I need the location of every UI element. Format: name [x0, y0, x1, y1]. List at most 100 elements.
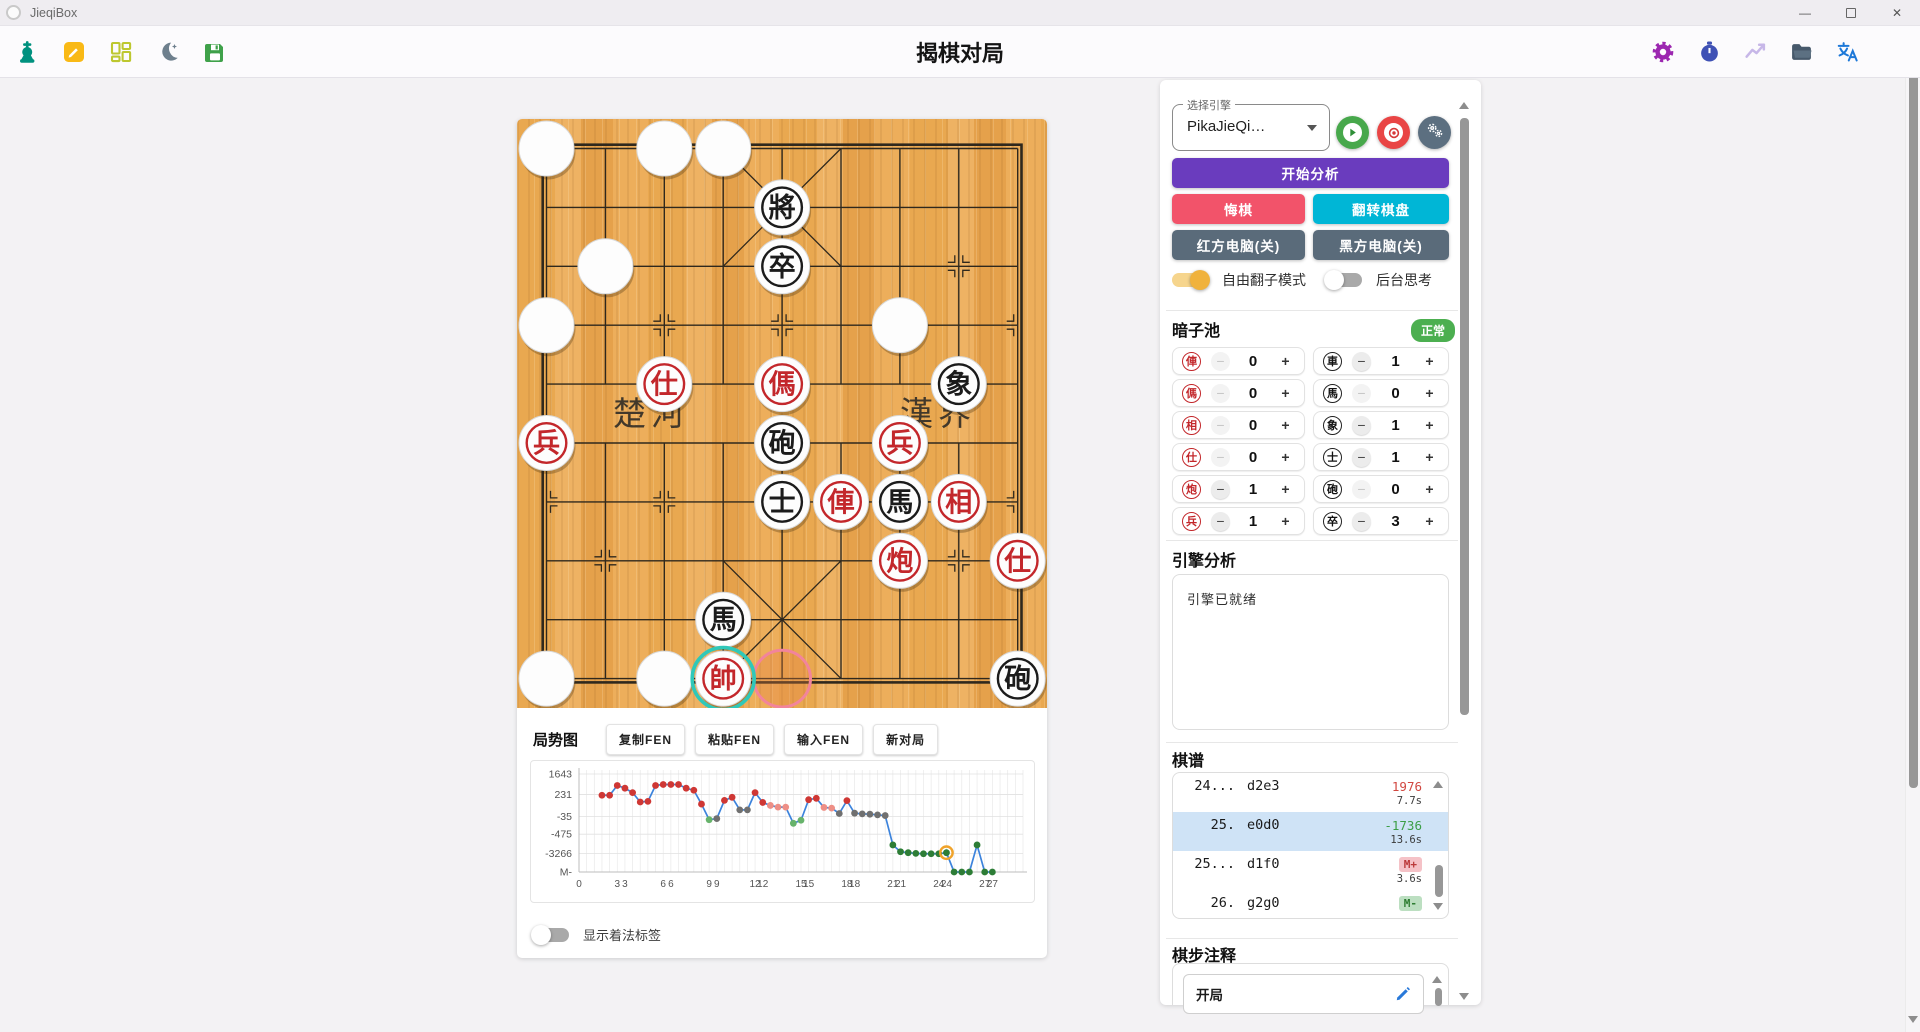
chart-point[interactable] — [682, 784, 690, 792]
move-list-scroll-down-icon[interactable] — [1433, 903, 1443, 910]
move-row[interactable]: 25. e0d0 -1736 13.6s — [1173, 812, 1448, 851]
chart-point[interactable] — [659, 781, 667, 788]
chart-point[interactable] — [782, 803, 790, 811]
piece-black[interactable]: 士 — [754, 473, 812, 533]
settings-gear-icon[interactable] — [1650, 39, 1676, 65]
evaluation-chart[interactable]: 1643 231 -35 -475 -3266 M- 0 3 3 6 6 9 9 12 12 15 15 18 18… — [530, 760, 1035, 903]
chart-point[interactable] — [920, 850, 927, 858]
hidden-piece[interactable] — [871, 297, 929, 357]
start-analysis-button[interactable]: 开始分析 — [1172, 158, 1449, 188]
chart-point[interactable] — [736, 806, 744, 814]
chart-point[interactable] — [812, 794, 820, 802]
increment-button[interactable]: + — [1420, 480, 1439, 499]
folder-icon[interactable] — [1788, 39, 1814, 65]
move-list-scrollbar[interactable] — [1435, 865, 1443, 897]
increment-button[interactable]: + — [1276, 416, 1295, 435]
chart-point[interactable] — [820, 804, 828, 811]
flip-board-button[interactable]: 翻转棋盘 — [1313, 194, 1449, 224]
timer-icon[interactable] — [1696, 39, 1722, 65]
translate-icon[interactable] — [1834, 39, 1860, 65]
move-row[interactable]: 25... d1f0 M+ 3.6s — [1173, 851, 1448, 890]
chart-point[interactable] — [713, 815, 721, 822]
grid-layout-icon[interactable] — [108, 39, 134, 65]
chart-point[interactable] — [988, 868, 996, 876]
minimize-button[interactable]: — — [1782, 0, 1828, 25]
piece-black[interactable]: 砲 — [754, 415, 812, 475]
chart-point[interactable] — [698, 800, 705, 808]
hidden-piece[interactable] — [695, 120, 753, 180]
chart-point[interactable] — [728, 793, 736, 801]
chart-point[interactable] — [881, 812, 889, 819]
chart-point[interactable] — [912, 849, 920, 857]
chart-point[interactable] — [897, 848, 904, 856]
chart-point[interactable] — [835, 810, 843, 817]
chart-point[interactable] — [644, 797, 652, 805]
chart-point[interactable] — [828, 804, 836, 812]
decrement-button[interactable]: − — [1352, 415, 1371, 435]
chart-point[interactable] — [927, 850, 935, 858]
chart-point[interactable] — [598, 791, 606, 799]
move-row[interactable]: 26. g2g0 M- — [1173, 890, 1448, 918]
chart-point[interactable] — [966, 868, 973, 876]
decrement-button[interactable]: − — [1211, 511, 1230, 531]
paste-fen-button[interactable]: 粘贴FEN — [695, 723, 775, 755]
annotation-scrollbar[interactable] — [1435, 988, 1442, 1006]
decrement-button[interactable]: − — [1211, 383, 1230, 403]
chart-point[interactable] — [851, 809, 858, 817]
maximize-button[interactable] — [1828, 0, 1874, 25]
piece-black[interactable]: 馬 — [871, 473, 929, 533]
increment-button[interactable]: + — [1420, 512, 1439, 531]
chart-point[interactable] — [606, 791, 614, 799]
chart-point[interactable] — [789, 819, 797, 827]
chart-point[interactable] — [866, 810, 874, 818]
black-ai-button[interactable]: 黑方电脑(关) — [1313, 230, 1449, 260]
chart-point[interactable] — [652, 782, 659, 789]
chart-point[interactable] — [904, 849, 912, 857]
piece-red[interactable]: 兵 — [518, 415, 576, 475]
chart-point[interactable] — [858, 810, 866, 818]
xiangqi-board[interactable]: 楚河 漢界將卒仕傌象兵砲兵士俥馬相炮仕馬帥砲 — [517, 119, 1047, 708]
move-list[interactable]: 24... d2e3 1976 7.7s 25. e0d0 -1736 13.6s 25... d… — [1172, 772, 1449, 919]
chart-point[interactable] — [751, 789, 759, 797]
chart-point[interactable] — [705, 816, 713, 824]
increment-button[interactable]: + — [1420, 384, 1439, 403]
hidden-piece[interactable] — [518, 120, 576, 180]
increment-button[interactable]: + — [1420, 352, 1439, 371]
chart-point[interactable] — [874, 811, 881, 819]
decrement-button[interactable]: − — [1352, 479, 1371, 499]
piece-black[interactable]: 將 — [754, 179, 812, 239]
chart-point[interactable] — [973, 841, 981, 849]
undo-move-button[interactable]: 悔棋 — [1172, 194, 1305, 224]
chart-point[interactable] — [843, 797, 851, 805]
decrement-button[interactable]: − — [1211, 415, 1230, 435]
hidden-piece[interactable] — [636, 120, 694, 180]
decrement-button[interactable]: − — [1352, 447, 1371, 467]
red-ai-button[interactable]: 红方电脑(关) — [1172, 230, 1305, 260]
piece-red[interactable]: 相 — [930, 473, 988, 533]
piece-red[interactable]: 炮 — [871, 532, 929, 592]
chart-point[interactable] — [805, 796, 813, 804]
hidden-piece[interactable] — [518, 650, 576, 708]
hidden-piece[interactable] — [518, 297, 576, 357]
chart-point[interactable] — [981, 868, 989, 876]
panel-scroll-up-icon[interactable] — [1459, 102, 1469, 109]
chart-point[interactable] — [774, 803, 782, 811]
chart-point[interactable] — [797, 816, 805, 824]
decrement-button[interactable]: − — [1211, 479, 1230, 499]
chart-point[interactable] — [950, 868, 958, 876]
chart-point[interactable] — [744, 806, 751, 814]
decrement-button[interactable]: − — [1211, 351, 1230, 371]
chart-point[interactable] — [636, 798, 644, 806]
decrement-button[interactable]: − — [1352, 351, 1371, 371]
main-scrollbar[interactable] — [1909, 48, 1918, 788]
hidden-piece[interactable] — [577, 238, 635, 298]
input-fen-button[interactable]: 输入FEN — [784, 723, 864, 755]
piece-black[interactable]: 卒 — [754, 238, 812, 298]
dark-mode-icon[interactable] — [155, 39, 181, 65]
free-flip-mode-toggle[interactable] — [1172, 270, 1210, 290]
decrement-button[interactable]: − — [1352, 383, 1371, 403]
engine-play-button[interactable] — [1336, 116, 1369, 149]
chart-point[interactable] — [621, 784, 629, 792]
chart-point[interactable] — [766, 802, 774, 809]
chart-point[interactable] — [889, 841, 897, 849]
